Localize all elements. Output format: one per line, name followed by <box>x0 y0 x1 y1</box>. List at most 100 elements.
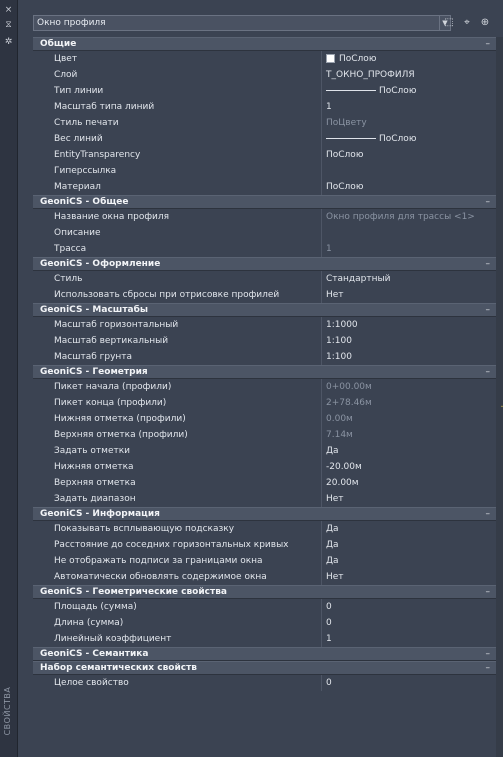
property-row[interactable]: Пикет начала (профили) 0+00.00м <box>33 379 496 395</box>
property-row[interactable]: Слой Т_ОКНО_ПРОФИЛЯ <box>33 67 496 83</box>
property-name: Расстояние до соседних горизонтальных кр… <box>54 540 289 550</box>
collapse-icon[interactable]: – <box>486 648 491 660</box>
collapse-icon[interactable]: – <box>486 662 491 674</box>
property-row[interactable]: Задать диапазон Нет <box>33 491 496 507</box>
property-row[interactable]: Цвет ПоСлою <box>33 51 496 67</box>
property-row[interactable]: EntityTransparency ПоСлою <box>33 147 496 163</box>
property-value-text: ПоСлою <box>326 150 364 160</box>
property-value-text: 0 <box>326 618 332 628</box>
property-value[interactable]: Да <box>321 537 496 553</box>
property-row[interactable]: Целое свойство 0 <box>33 675 496 691</box>
property-value[interactable]: 1 <box>321 631 496 647</box>
collapse-icon[interactable]: – <box>486 196 491 208</box>
property-row[interactable]: Вес линий ПоСлою <box>33 131 496 147</box>
property-value[interactable]: Нет <box>321 491 496 507</box>
collapse-icon[interactable]: – <box>486 586 491 598</box>
property-row[interactable]: Описание <box>33 225 496 241</box>
property-row[interactable]: Трасса 1 <box>33 241 496 257</box>
property-row[interactable]: Масштаб типа линий 1 <box>33 99 496 115</box>
category-header[interactable]: GeoniCS - Геометрические свойства – <box>33 585 496 599</box>
property-row[interactable]: Площадь (сумма) 0 <box>33 599 496 615</box>
property-row[interactable]: Длина (сумма) 0 <box>33 615 496 631</box>
property-value[interactable]: 1:100 <box>321 333 496 349</box>
property-row[interactable]: Не отображать подписи за границами окна Д… <box>33 553 496 569</box>
property-row[interactable]: Стиль печати ПоЦвету <box>33 115 496 131</box>
property-value[interactable]: Да <box>321 553 496 569</box>
property-value[interactable]: -20.00м <box>321 459 496 475</box>
property-row[interactable]: Верхняя отметка 20.00м <box>33 475 496 491</box>
property-value[interactable]: Да <box>321 443 496 459</box>
property-value[interactable]: Да <box>321 521 496 537</box>
property-value[interactable]: 1:100 <box>321 349 496 365</box>
category-header[interactable]: GeoniCS - Оформление – <box>33 257 496 271</box>
property-row[interactable]: Название окна профиля Окно профиля для тр… <box>33 209 496 225</box>
property-row[interactable]: Гиперссылка <box>33 163 496 179</box>
property-row[interactable]: Материал ПоСлою <box>33 179 496 195</box>
property-value[interactable]: Стандартный <box>321 271 496 287</box>
property-value-text: 1:1000 <box>326 320 358 330</box>
property-row[interactable]: Стиль Стандартный <box>33 271 496 287</box>
close-icon[interactable]: × <box>3 5 14 16</box>
property-value[interactable]: 1:1000 <box>321 317 496 333</box>
property-row[interactable]: Нижняя отметка (профили) 0.00м <box>33 411 496 427</box>
category-header[interactable]: Набор семантических свойств – <box>33 661 496 675</box>
property-value[interactable]: 0 <box>321 599 496 615</box>
collapse-icon[interactable]: – <box>486 258 491 270</box>
property-value[interactable]: 0 <box>321 675 496 691</box>
property-row[interactable]: Линейный коэффициент 1 <box>33 631 496 647</box>
category-title: GeoniCS - Геометрия <box>40 367 148 377</box>
property-row[interactable]: Автоматически обновлять содержимое окна Н… <box>33 569 496 585</box>
collapse-icon[interactable]: – <box>486 508 491 520</box>
property-value[interactable]: 0 <box>321 615 496 631</box>
category-header[interactable]: Общие – <box>33 37 496 51</box>
autohide-pin-icon[interactable]: ⧖ <box>3 20 14 31</box>
object-type-select[interactable]: Окно профиля ▼ <box>33 15 451 31</box>
property-name: Автоматически обновлять содержимое окна <box>54 572 267 582</box>
property-value[interactable]: ПоСлою <box>321 179 496 195</box>
category-header[interactable]: GeoniCS - Семантика – <box>33 647 496 661</box>
property-value-text: Нет <box>326 290 344 300</box>
property-row[interactable]: Верхняя отметка (профили) 7.14м <box>33 427 496 443</box>
property-value[interactable]: ПоСлою <box>321 131 496 147</box>
collapse-icon[interactable]: – <box>486 304 491 316</box>
property-row[interactable]: Использовать сбросы при отрисовке профил… <box>33 287 496 303</box>
property-row[interactable]: Тип линии ПоСлою <box>33 83 496 99</box>
property-value[interactable]: Т_ОКНО_ПРОФИЛЯ <box>321 67 496 83</box>
category-header[interactable]: GeoniCS - Масштабы – <box>33 303 496 317</box>
property-row[interactable]: Масштаб грунта 1:100 <box>33 349 496 365</box>
property-value[interactable]: ПоЦвету <box>321 115 496 131</box>
settings-icon[interactable]: ✲ <box>3 37 14 48</box>
property-row[interactable]: Расстояние до соседних горизонтальных кр… <box>33 537 496 553</box>
property-value[interactable]: ПоСлою <box>321 83 496 99</box>
property-row[interactable]: Задать отметки Да <box>33 443 496 459</box>
property-value[interactable]: ПоСлою <box>321 147 496 163</box>
collapse-icon[interactable]: – <box>486 38 491 50</box>
property-value-text: 7.14м <box>326 430 353 440</box>
property-value[interactable]: 2+78.46м <box>321 395 496 411</box>
category-header[interactable]: GeoniCS - Общее – <box>33 195 496 209</box>
category-header[interactable]: GeoniCS - Геометрия – <box>33 365 496 379</box>
property-value[interactable]: ПоСлою <box>321 51 496 67</box>
property-value[interactable] <box>321 225 496 241</box>
property-value[interactable] <box>321 163 496 179</box>
property-value[interactable]: 20.00м <box>321 475 496 491</box>
property-value[interactable]: 1 <box>321 241 496 257</box>
property-value[interactable]: 7.14м <box>321 427 496 443</box>
property-value[interactable]: Нет <box>321 569 496 585</box>
select-objects-icon[interactable]: ⌖ <box>461 16 473 30</box>
property-value[interactable]: Окно профиля для трассы <1> <box>321 209 496 225</box>
quick-select-icon[interactable]: ⬚ <box>443 16 455 30</box>
scrollbar[interactable] <box>496 37 503 757</box>
property-row[interactable]: Масштаб вертикальный 1:100 <box>33 333 496 349</box>
toggle-pickadd-icon[interactable]: ⊕ <box>479 16 491 30</box>
property-row[interactable]: Показывать всплывающую подсказку Да <box>33 521 496 537</box>
property-row[interactable]: Масштаб горизонтальный 1:1000 <box>33 317 496 333</box>
collapse-icon[interactable]: – <box>486 366 491 378</box>
property-row[interactable]: Нижняя отметка -20.00м <box>33 459 496 475</box>
property-value[interactable]: Нет <box>321 287 496 303</box>
property-value[interactable]: 0.00м <box>321 411 496 427</box>
property-value[interactable]: 0+00.00м <box>321 379 496 395</box>
property-row[interactable]: Пикет конца (профили) 2+78.46м <box>33 395 496 411</box>
category-header[interactable]: GeoniCS - Информация – <box>33 507 496 521</box>
property-value[interactable]: 1 <box>321 99 496 115</box>
